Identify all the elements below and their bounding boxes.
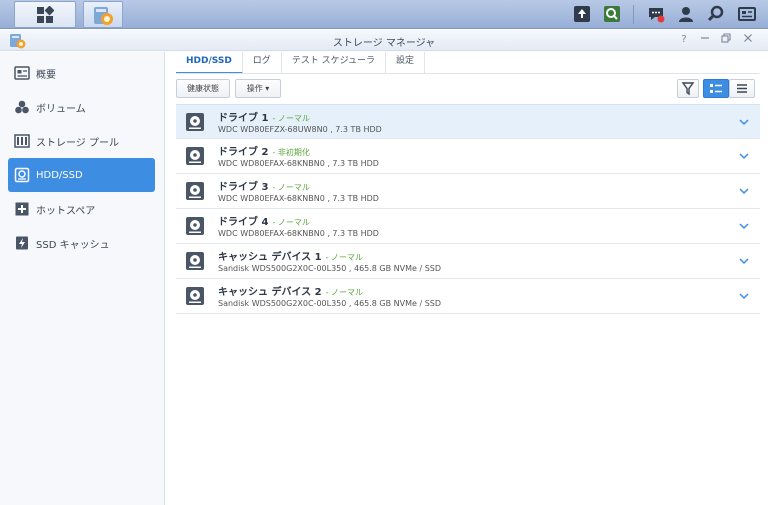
volume-icon	[15, 100, 29, 114]
sidebar-item-ssd-cache[interactable]: SSD キャッシュ	[8, 226, 155, 260]
window-titlebar[interactable]: ストレージ マネージャ ?	[0, 30, 768, 51]
drive-row[interactable]: ドライブ 3- ノーマル WDC WD80EFAX-68KNBN0 , 7.3 …	[176, 174, 760, 209]
maximize-button[interactable]	[719, 33, 733, 47]
hard-disk-icon	[186, 182, 204, 200]
restore-icon	[721, 33, 731, 43]
main-panel: HDD/SSD ログ テスト スケジューラ 設定 健康状態 操作 ▾ ドライブ …	[166, 52, 768, 505]
list-icon	[737, 84, 747, 93]
chevron-down-icon[interactable]	[738, 116, 750, 128]
chevron-down-icon[interactable]	[738, 220, 750, 232]
hard-disk-icon	[186, 113, 204, 131]
drive-name-text: ドライブ 2	[218, 147, 269, 158]
hard-disk-icon	[186, 217, 204, 235]
storage-pool-icon	[14, 134, 30, 148]
compact-view-button[interactable]	[729, 79, 755, 98]
filter-button[interactable]	[677, 79, 699, 98]
drive-name: ドライブ 1- ノーマル	[218, 109, 310, 124]
drive-row[interactable]: ドライブ 2- 非初期化 WDC WD80EFAX-68KNBN0 , 7.3 …	[176, 139, 760, 174]
chevron-down-icon[interactable]	[738, 150, 750, 162]
sidebar-item-hdd-ssd[interactable]: HDD/SSD	[8, 158, 155, 192]
hot-spare-icon	[15, 202, 29, 216]
taskbar	[0, 0, 768, 29]
minimize-icon	[701, 37, 709, 39]
upload-icon[interactable]	[572, 4, 592, 24]
drive-name-text: ドライブ 1	[218, 113, 269, 124]
action-dropdown-button[interactable]: 操作 ▾	[235, 79, 281, 98]
sidebar-item-label: ホットスペア	[36, 205, 96, 217]
detail-list-icon	[710, 84, 722, 93]
drive-model: WDC WD80EFAX-68KNBN0 , 7.3 TB HDD	[218, 229, 379, 238]
sidebar-item-label: ストレージ プール	[36, 137, 119, 149]
drive-name: ドライブ 2- 非初期化	[218, 143, 310, 158]
drive-status: - ノーマル	[272, 218, 310, 227]
drive-row[interactable]: キャッシュ デバイス 1- ノーマル Sandisk WDS500G2X0C-0…	[176, 244, 760, 279]
sidebar-item-label: SSD キャッシュ	[36, 239, 110, 251]
filter-icon	[681, 82, 695, 96]
help-button[interactable]: ?	[677, 33, 691, 47]
main-menu-icon	[37, 6, 54, 23]
notification-icon[interactable]	[646, 4, 666, 24]
tab-divider	[176, 73, 760, 74]
health-status-button[interactable]: 健康状態	[176, 79, 230, 98]
resource-monitor-icon[interactable]	[602, 4, 622, 24]
user-icon[interactable]	[676, 4, 696, 24]
sidebar: 概要 ボリューム ストレージ プール HDD/SSD ホットスペア SSD キャ…	[0, 52, 165, 505]
search-icon[interactable]	[706, 4, 726, 24]
drive-status: - ノーマル	[272, 114, 310, 123]
drive-model: WDC WD80EFAX-68KNBN0 , 7.3 TB HDD	[218, 194, 379, 203]
chevron-down-icon[interactable]	[738, 290, 750, 302]
drive-model: Sandisk WDS500G2X0C-00L350 , 465.8 GB NV…	[218, 264, 442, 273]
detail-view-button[interactable]	[703, 79, 729, 98]
drive-name: キャッシュ デバイス 1- ノーマル	[218, 248, 363, 263]
drive-row[interactable]: キャッシュ デバイス 2- ノーマル Sandisk WDS500G2X0C-0…	[176, 279, 760, 314]
drive-model: WDC WD80EFZX-68UW8N0 , 7.3 TB HDD	[218, 125, 382, 134]
taskbar-separator	[633, 5, 634, 24]
sidebar-item-label: 概要	[36, 69, 56, 81]
tab-test-scheduler[interactable]: テスト スケジューラ	[282, 52, 387, 74]
hard-disk-icon	[186, 252, 204, 270]
drive-model: WDC WD80EFAX-68KNBN0 , 7.3 TB HDD	[218, 159, 379, 168]
sidebar-item-storage-pool[interactable]: ストレージ プール	[8, 124, 155, 158]
sidebar-item-label: ボリューム	[36, 103, 86, 115]
drive-name: ドライブ 4- ノーマル	[218, 213, 310, 228]
drive-list: ドライブ 1- ノーマル WDC WD80EFZX-68UW8N0 , 7.3 …	[176, 104, 760, 314]
drive-status: - ノーマル	[325, 288, 364, 297]
close-icon	[744, 34, 752, 42]
storage-manager-taskbar-button[interactable]	[83, 1, 123, 28]
drive-name-text: ドライブ 3	[218, 182, 269, 193]
tab-log[interactable]: ログ	[243, 52, 282, 74]
tab-bar: HDD/SSD ログ テスト スケジューラ 設定	[176, 52, 426, 74]
hard-disk-icon	[186, 147, 204, 165]
overview-icon	[14, 66, 30, 80]
chevron-down-icon[interactable]	[738, 255, 750, 267]
toolbar: 健康状態 操作 ▾	[176, 79, 760, 101]
drive-model: Sandisk WDS500G2X0C-00L350 , 465.8 GB NV…	[218, 299, 442, 308]
hard-disk-icon	[186, 287, 204, 305]
sidebar-item-hot-spare[interactable]: ホットスペア	[8, 192, 155, 226]
drive-name: キャッシュ デバイス 2- ノーマル	[218, 283, 363, 298]
ssd-cache-icon	[16, 236, 28, 250]
close-button[interactable]	[741, 33, 755, 47]
tab-settings[interactable]: 設定	[386, 52, 426, 74]
drive-row[interactable]: ドライブ 1- ノーマル WDC WD80EFZX-68UW8N0 , 7.3 …	[176, 104, 760, 139]
drive-row[interactable]: ドライブ 4- ノーマル WDC WD80EFAX-68KNBN0 , 7.3 …	[176, 209, 760, 244]
minimize-button[interactable]	[698, 33, 712, 47]
main-menu-button[interactable]	[14, 1, 76, 28]
drive-status: - ノーマル	[272, 183, 310, 192]
widgets-icon[interactable]	[737, 4, 757, 24]
window-title: ストレージ マネージャ	[332, 38, 436, 49]
sidebar-item-volume[interactable]: ボリューム	[8, 90, 155, 124]
chevron-down-icon[interactable]	[738, 185, 750, 197]
sidebar-item-overview[interactable]: 概要	[8, 56, 155, 90]
drive-name-text: ドライブ 4	[218, 217, 269, 228]
drive-name: ドライブ 3- ノーマル	[218, 178, 310, 193]
drive-status: - ノーマル	[325, 253, 364, 262]
drive-status: - 非初期化	[272, 148, 310, 157]
sidebar-item-label: HDD/SSD	[36, 169, 83, 181]
disk-icon	[14, 167, 30, 183]
storage-manager-icon	[94, 7, 113, 25]
drive-name-text: キャッシュ デバイス 1	[218, 252, 322, 263]
drive-name-text: キャッシュ デバイス 2	[218, 287, 322, 298]
tab-hdd-ssd[interactable]: HDD/SSD	[176, 52, 243, 74]
